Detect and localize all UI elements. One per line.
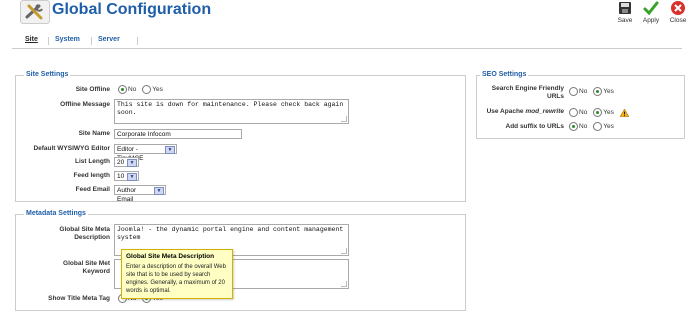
apply-label: Apply: [642, 17, 660, 24]
meta-keywords-label: Global Site Met Keyword: [20, 260, 110, 276]
feed-length-value: 10: [117, 173, 125, 180]
tab-site[interactable]: Site: [25, 36, 38, 43]
sef-urls-label-line1: Search Engine Friendly: [491, 85, 564, 92]
meta-description-label: Global Site Meta Description: [20, 226, 110, 242]
feed-length-label: Feed length: [73, 172, 110, 179]
feed-email-select[interactable]: Author Email ▼: [114, 185, 166, 203]
sef-urls-yes-radio[interactable]: [593, 87, 603, 96]
close-icon: [671, 1, 685, 15]
sef-urls-label: Search Engine Friendly URLs: [478, 85, 564, 101]
site-offline-yes-label: Yes: [152, 86, 163, 93]
feed-length-select[interactable]: 10 ▼: [114, 171, 139, 181]
suffix-label: Add suffix to URLs: [505, 123, 565, 130]
suffix-radios: No Yes: [569, 122, 618, 131]
close-label: Close: [669, 17, 687, 24]
site-settings-legend: Site Settings: [24, 71, 71, 78]
site-offline-no-radio[interactable]: [118, 85, 127, 94]
toolbar-header: Global Configuration Save Apply Close: [0, 0, 696, 30]
suffix-no-label: No: [579, 123, 588, 130]
tooltip-body: Enter a description of the overall Web s…: [126, 264, 226, 294]
tab-divider: [91, 37, 92, 45]
mod-rewrite-yes-radio[interactable]: [593, 108, 603, 117]
sef-urls-yes-label: Yes: [603, 88, 614, 95]
feed-email-label: Feed Email: [75, 186, 110, 193]
offline-message-label: Offline Message: [60, 101, 110, 108]
suffix-yes-label: Yes: [603, 123, 614, 130]
offline-message-value: This site is down for maintenance. Pleas…: [117, 101, 344, 116]
tab-divider: [48, 37, 49, 45]
mod-rewrite-no-radio[interactable]: [569, 108, 578, 117]
mod-rewrite-label-prefix: Use Apache: [486, 108, 526, 115]
suffix-yes-radio[interactable]: [593, 122, 603, 131]
resize-handle[interactable]: [341, 281, 347, 287]
sef-urls-label-line2: URLs: [547, 93, 564, 100]
floppy-disk-icon: [619, 2, 631, 14]
meta-description-label-line1: Global Site Meta: [59, 226, 110, 233]
seo-settings-legend: SEO Settings: [480, 71, 529, 78]
apply-button[interactable]: Apply: [637, 0, 665, 28]
mod-rewrite-label: Use Apache mod_rewrite: [478, 108, 564, 116]
config-logo-icon: [20, 0, 50, 24]
mod-rewrite-label-em: mod_rewrite: [525, 108, 564, 115]
mod-rewrite-radios: No Yes: [569, 107, 630, 117]
sef-urls-no-radio[interactable]: [569, 87, 578, 96]
page-title: Global Configuration: [52, 1, 212, 18]
site-offline-label: Site Offline: [75, 86, 110, 93]
tooltip-title: Global Site Meta Description: [126, 253, 215, 260]
close-button[interactable]: Close: [664, 0, 692, 28]
tab-divider: [137, 37, 138, 45]
checkmark-icon: [643, 1, 659, 16]
editor-label: Default WYSIWYG Editor: [33, 145, 110, 152]
meta-description-tooltip: Global Site Meta Description Enter a des…: [121, 249, 233, 299]
meta-keywords-label-line2: Keyword: [82, 268, 110, 275]
list-length-select[interactable]: 20 ▼: [114, 157, 139, 167]
meta-description-label-line2: Description: [74, 234, 110, 241]
show-title-label: Show Title Meta Tag: [48, 295, 110, 302]
site-name-input[interactable]: Corporate Infocom: [114, 129, 242, 139]
meta-keywords-label-line1: Global Site Met: [63, 260, 110, 267]
editor-select[interactable]: Editor - TinyMCE ▼: [114, 144, 177, 162]
save-label: Save: [617, 17, 633, 24]
tab-server[interactable]: Server: [98, 36, 120, 43]
chevron-down-icon: ▼: [165, 146, 175, 154]
resize-handle[interactable]: [341, 248, 347, 254]
site-offline-radios: No Yes: [118, 85, 167, 94]
chevron-down-icon: ▼: [127, 159, 137, 167]
site-offline-yes-radio[interactable]: [142, 85, 152, 94]
warning-icon: [619, 107, 630, 117]
tab-system[interactable]: System: [55, 36, 80, 43]
chevron-down-icon: ▼: [127, 173, 137, 181]
suffix-no-radio[interactable]: [569, 122, 578, 131]
chevron-down-icon: ▼: [154, 187, 164, 195]
metadata-settings-legend: Metadata Settings: [24, 210, 88, 217]
config-tabs: Site System Server: [12, 36, 682, 49]
site-offline-no-label: No: [128, 86, 137, 93]
resize-handle[interactable]: [341, 116, 347, 122]
mod-rewrite-yes-label: Yes: [603, 109, 614, 116]
sef-urls-radios: No Yes: [569, 87, 618, 96]
list-length-label: List Length: [74, 158, 110, 165]
sef-urls-no-label: No: [579, 88, 588, 95]
offline-message-textarea[interactable]: This site is down for maintenance. Pleas…: [114, 99, 349, 124]
meta-description-value: Joomla! - the dynamic portal engine and …: [117, 226, 344, 241]
site-name-label: Site Name: [78, 130, 110, 137]
list-length-value: 20: [117, 159, 125, 166]
save-button[interactable]: Save: [611, 0, 639, 28]
mod-rewrite-no-label: No: [579, 109, 588, 116]
